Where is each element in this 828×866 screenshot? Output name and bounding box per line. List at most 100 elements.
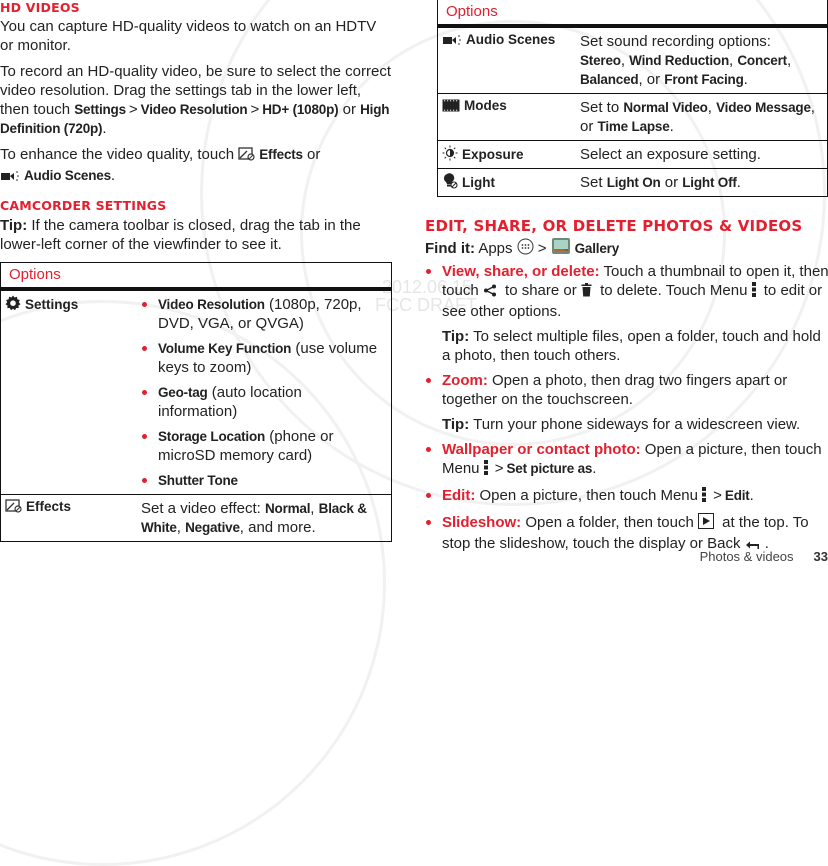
effect-normal: Normal [264,501,311,516]
effect-negative: Negative [185,520,240,535]
tip-text: To select multiple files, open a folder,… [442,328,821,364]
tip-widescreen: Tip: Turn your phone sideways for a wide… [442,415,828,434]
separator: > [537,240,547,257]
settings-ref: Settings [74,102,126,117]
text: or [338,101,361,118]
separator: > [128,101,138,118]
text: Set [580,174,607,191]
camcorder-tip: Tip: If the camera toolbar is closed, dr… [0,216,392,254]
bullet-wallpaper: Wallpaper or contact photo: Open a pictu… [425,440,828,480]
option-row-exposure: Exposure Select an exposure setting. [437,140,828,169]
options-table-left: Options Settings Video Resolution (1080p… [0,262,392,542]
text: or [660,174,683,191]
bullet-title: Storage Location [158,429,266,444]
find-it: Find it: Apps > Gallery [425,237,825,260]
option-row-audio-scenes: Audio Scenes Set sound recording options… [437,26,828,94]
bullet-title: Volume Key Function [158,341,292,356]
separator: > [494,460,504,477]
set-picture-as-ref: Set picture as [506,461,593,476]
text: , and more. [239,519,316,536]
apps-icon[interactable] [517,238,534,260]
audio-stereo: Stereo [580,53,621,68]
audio-scenes-ref: Audio Scenes [24,168,111,183]
tip-text: Turn your phone sideways for a widescree… [469,416,801,433]
bullet-zoom: Zoom: Open a photo, then drag two finger… [425,371,828,434]
text: To enhance the video quality, touch [0,146,239,163]
label-text: Light [462,175,495,190]
menu-icon [751,282,756,302]
edit-share-heading: EDIT, SHARE, OR DELETE PHOTOS & VIDEOS [425,217,803,235]
audio-front-facing: Front Facing [664,72,744,87]
text: , or [638,71,665,88]
text: or [302,146,321,163]
text: . [749,487,754,504]
option-desc-modes: Set to Normal Video, Video Message, or T… [572,93,828,141]
bullet-label: View, share, or delete: [442,263,600,280]
apps-text: Apps [474,240,517,257]
play-icon [697,513,714,534]
option-row-settings: Settings Video Resolution (1080p, 720p, … [0,289,392,495]
label-text: Audio Scenes [466,32,556,47]
hd-1080p-ref: HD+ (1080p) [262,102,339,117]
edit-ref: Edit [724,488,750,503]
video-resolution-ref: Video Resolution [140,102,248,117]
option-desc-audio-scenes: Set sound recording options: Stereo, Win… [572,26,828,94]
trash-icon [581,283,592,302]
effects-ref: Effects [259,147,303,162]
gallery-icon[interactable] [551,237,571,260]
bullet-title: Geo-tag [158,385,208,400]
menu-icon [702,487,707,507]
settings-bullet: Video Resolution (1080p, 720p, DVD, VGA,… [141,295,385,333]
text: . [743,71,748,88]
bullet-label: Edit: [442,487,476,504]
tip-text: If the camera toolbar is closed, drag th… [0,217,361,253]
mode-time-lapse: Time Lapse [597,119,670,134]
text: Set sound recording options: [580,33,771,50]
camcorder-settings-heading: CAMCORDER SETTINGS [0,198,167,213]
text: . [669,118,674,135]
tip-multiple-files: Tip: To select multiple files, open a fo… [442,327,828,365]
light-off: Light Off [682,175,737,190]
audio-concert: Concert [737,53,787,68]
option-row-effects: Effects Set a video effect: Normal, Blac… [0,494,392,542]
text: Open a folder, then touch [521,514,698,531]
text: Set a video effect: [141,500,265,517]
audio-balanced: Balanced [580,72,639,87]
label-text: Exposure [462,147,524,162]
gallery-ref: Gallery [574,241,620,256]
text: Open a picture, then touch Menu [475,487,703,504]
option-desc-settings: Video Resolution (1080p, 720p, DVD, VGA,… [123,289,392,495]
bullet-label: Zoom: [442,372,488,389]
text: . [592,460,597,477]
footer-section: Photos & videos [699,549,794,564]
tip-label: Tip: [442,328,470,345]
menu-icon [483,460,488,480]
hd-videos-heading: HD VIDEOS [0,0,80,15]
option-desc-light: Set Light On or Light Off. [572,168,828,197]
text: Open a photo, then drag two fingers apar… [442,372,788,408]
effects-icon [238,147,255,166]
text: to delete. Touch Menu [595,282,752,299]
bullet-label: Wallpaper or contact photo: [442,441,641,458]
bullet-view-share-delete: View, share, or delete: Touch a thumbnai… [425,262,828,365]
mode-video-message: Video Message [716,100,811,115]
separator: > [250,101,260,118]
bullet-title: Video Resolution [158,297,265,312]
exposure-icon [442,145,458,164]
settings-bullet: Volume Key Function (use volume keys to … [141,339,385,377]
effects-icon [5,499,22,516]
options-table-right: Options Audio Scenes Set sound recording… [437,0,828,197]
film-icon [442,99,460,115]
option-label-exposure: Exposure [437,140,572,169]
edit-share-list: View, share, or delete: Touch a thumbnai… [425,262,828,561]
text: . [736,174,741,191]
option-label-effects: Effects [0,494,123,542]
option-label-settings: Settings [0,289,123,495]
settings-bullet: Geo-tag (auto location information) [141,383,385,421]
option-row-modes: Modes Set to Normal Video, Video Message… [437,93,828,141]
audio-scenes-icon [0,168,20,187]
audio-scenes-icon [442,34,462,49]
audio-wind-reduction: Wind Reduction [629,53,729,68]
hd-videos-enhance: To enhance the video quality, touch Effe… [0,145,392,187]
label-text: Modes [464,98,507,113]
